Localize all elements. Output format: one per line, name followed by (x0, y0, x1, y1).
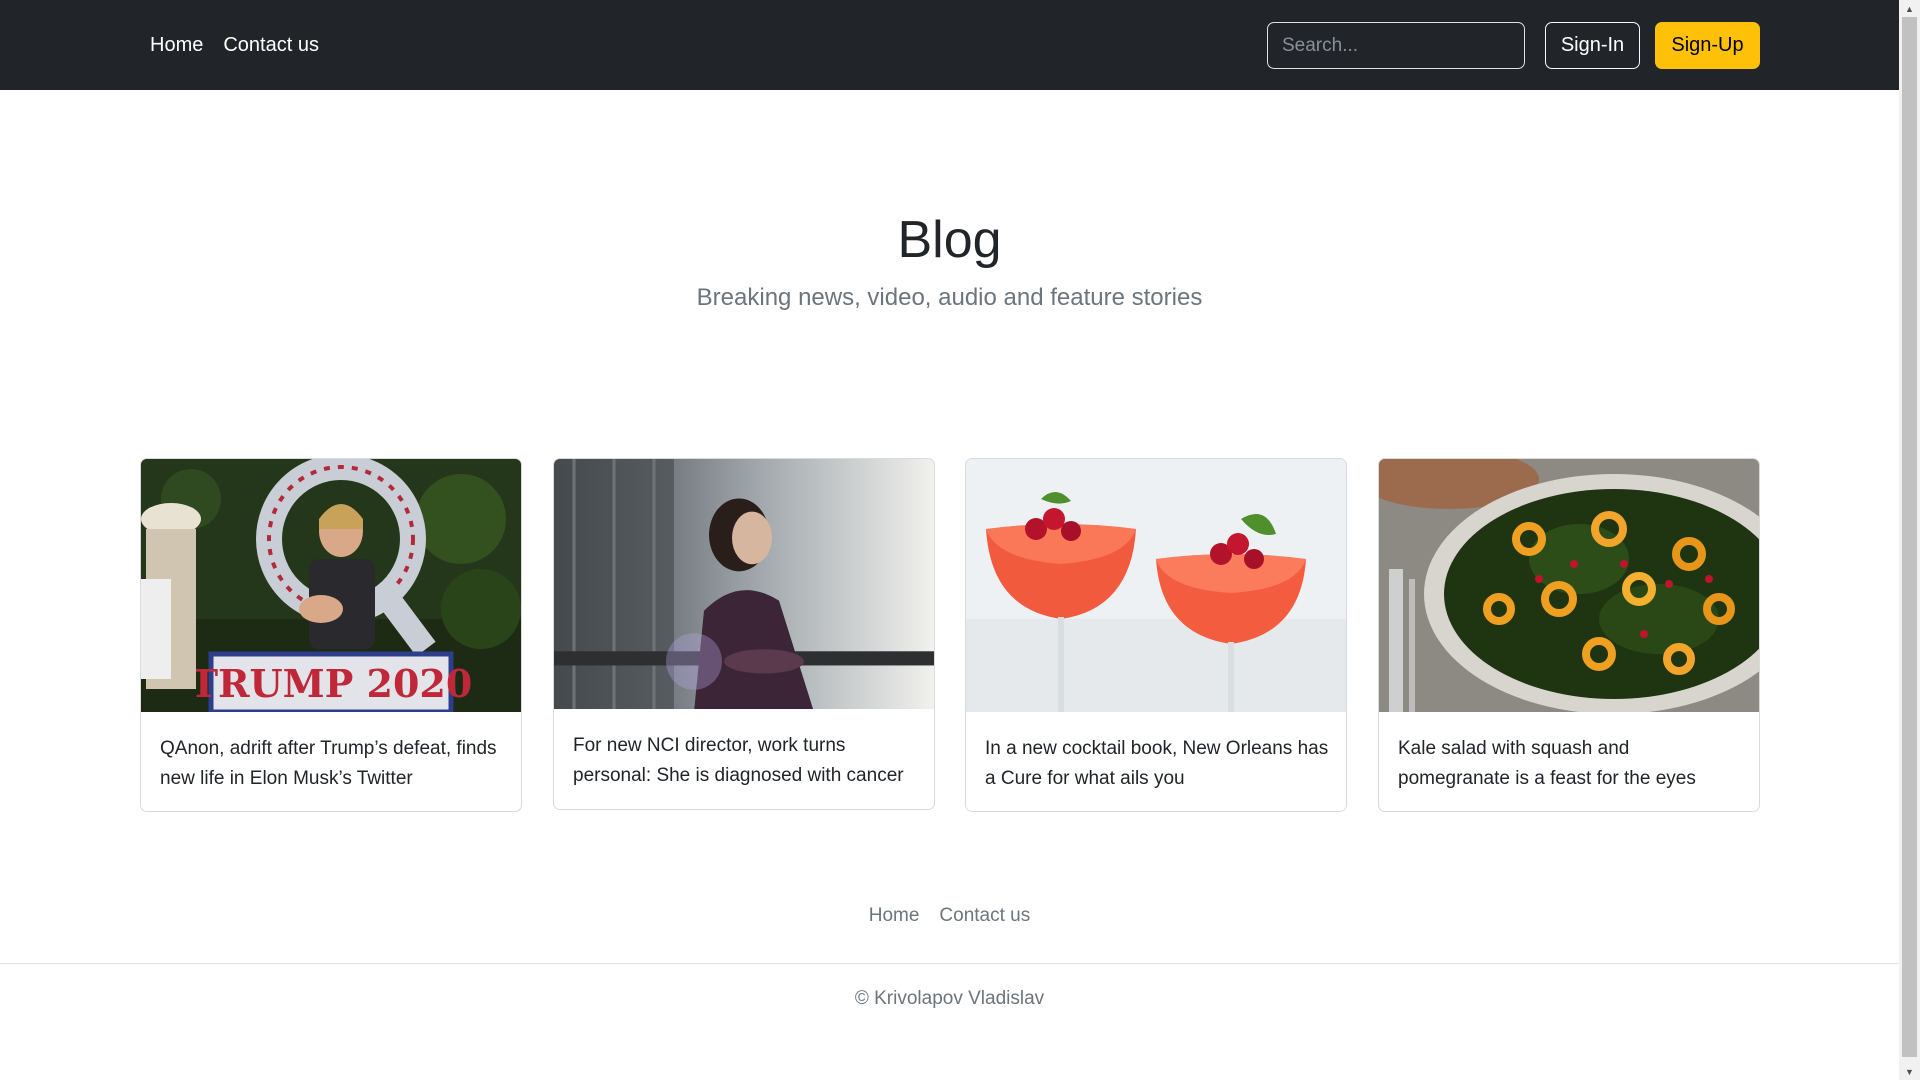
navbar: Home Contact us Sign-In Sign-Up (0, 0, 1899, 90)
card-title[interactable]: In a new cocktail book, New Orleans has … (985, 734, 1330, 794)
svg-text:TRUMP 2020: TRUMP 2020 (190, 661, 473, 706)
card-title[interactable]: QAnon, adrift after Trump’s defeat, find… (160, 734, 505, 794)
footer-nav: Home Contact us (0, 905, 1899, 927)
qanon-rally-photo[interactable]: TRUMP 2020 (141, 459, 521, 712)
scroll-down-arrow-icon[interactable]: ▼ (1899, 1063, 1920, 1080)
kale-salad-photo[interactable] (1379, 459, 1759, 712)
page: Home Contact us Sign-In Sign-Up Blog Bre… (0, 0, 1899, 1080)
scrollbar-thumb[interactable] (1902, 17, 1917, 1057)
woman-by-window-photo[interactable] (554, 459, 934, 709)
page-subtitle: Breaking news, video, audio and feature … (696, 284, 1203, 311)
sign-up-button[interactable]: Sign-Up (1655, 22, 1760, 69)
nav-links: Home Contact us (140, 0, 329, 90)
footer-contact-link[interactable]: Contact us (929, 905, 1040, 927)
blog-card[interactable]: For new NCI director, work turns persona… (553, 458, 935, 810)
blog-card[interactable]: In a new cocktail book, New Orleans has … (965, 458, 1347, 812)
blog-card[interactable]: TRUMP 2020 QAnon, adrift after Trump’s d… (140, 458, 522, 812)
blog-card[interactable]: Kale salad with squash and pomegranate i… (1378, 458, 1760, 812)
sign-in-button[interactable]: Sign-In (1545, 22, 1640, 69)
footer-home-link[interactable]: Home (859, 905, 930, 927)
scroll-up-arrow-icon[interactable]: ▲ (1899, 0, 1920, 17)
card-title[interactable]: Kale salad with squash and pomegranate i… (1398, 734, 1743, 794)
nav-contact-link[interactable]: Contact us (213, 34, 329, 57)
nav-home-link[interactable]: Home (140, 34, 213, 57)
page-title: Blog (897, 211, 1002, 269)
search-input[interactable] (1267, 22, 1525, 69)
red-cocktails-photo[interactable] (966, 459, 1346, 712)
card-title[interactable]: For new NCI director, work turns persona… (573, 731, 918, 791)
footer-divider (0, 963, 1899, 964)
vertical-scrollbar[interactable]: ▲ ▼ (1899, 0, 1920, 1080)
copyright: © Krivolapov Vladislav (854, 988, 1045, 1009)
